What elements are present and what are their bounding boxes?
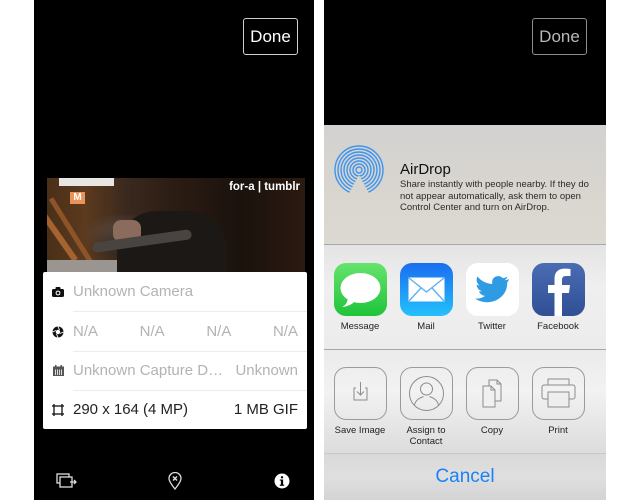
airdrop-section[interactable]: AirDrop Share instantly with people near… (324, 125, 606, 245)
airdrop-description: Share instantly with people nearby. If t… (400, 179, 589, 213)
share-app-label: Message (340, 321, 380, 332)
assign-to-contact-button[interactable]: Assign to Contact (399, 367, 453, 447)
crop-icon (43, 403, 73, 416)
image-dimensions: 290 x 164 (4 MP) (73, 401, 189, 418)
share-mail-button[interactable]: Mail (399, 263, 453, 332)
action-label: Copy (480, 425, 504, 436)
share-app-label: Facebook (537, 321, 579, 332)
done-button[interactable]: Done (243, 18, 298, 55)
action-label: Print (548, 425, 568, 436)
share-twitter-button[interactable]: Twitter (465, 263, 519, 332)
info-icon[interactable] (271, 471, 293, 491)
share-app-label: Mail (417, 321, 435, 332)
action-label: Assign to Contact (406, 425, 446, 447)
share-sheet: AirDrop Share instantly with people near… (324, 125, 606, 500)
share-sheet-screen: Done AirDrop Share instantly with people… (324, 0, 606, 500)
camera-row: Unknown Camera (43, 272, 307, 311)
share-facebook-button[interactable]: Facebook (531, 263, 585, 332)
share-export-icon[interactable] (56, 471, 78, 491)
share-actions-row: Save Image Assign to Contact Copy Print (324, 350, 606, 453)
copy-icon (465, 367, 519, 420)
airdrop-title: AirDrop (400, 161, 451, 178)
aperture-icon (43, 325, 73, 338)
print-icon (531, 367, 585, 420)
capture-time: Unknown (235, 362, 298, 379)
file-size-format: 1 MB GIF (233, 401, 298, 418)
share-message-button[interactable]: Message (333, 263, 387, 332)
camera-model: Unknown Camera (73, 283, 194, 300)
gif-wall (59, 178, 114, 186)
copy-button[interactable]: Copy (465, 367, 519, 436)
photo-info-screen: Done M for-a | tumblr Unknown Camera N/A… (34, 0, 314, 500)
save-image-button[interactable]: Save Image (333, 367, 387, 436)
contact-icon (399, 367, 453, 420)
iso-value: N/A (272, 323, 298, 340)
mail-icon (399, 263, 453, 316)
shutter-value: N/A (139, 323, 165, 340)
save-image-icon (333, 367, 387, 420)
airdrop-icon (334, 145, 384, 195)
done-button-dimmed: Done (532, 18, 587, 55)
gif-sign: M (70, 192, 85, 204)
exposure-row: N/A N/A N/A N/A (43, 312, 307, 351)
location-remove-icon[interactable] (164, 471, 186, 491)
gif-preview[interactable]: M for-a | tumblr (47, 178, 305, 274)
cancel-button[interactable]: Cancel (324, 453, 606, 500)
focal-length-value: N/A (206, 323, 232, 340)
facebook-icon (531, 263, 585, 316)
message-icon (333, 263, 387, 316)
capture-date: Unknown Capture D… (73, 362, 224, 379)
dimensions-row: 290 x 164 (4 MP) 1 MB GIF (43, 390, 307, 429)
camera-icon (43, 286, 73, 297)
share-apps-row: Message Mail Twitter Facebook (324, 245, 606, 350)
capture-date-row: Unknown Capture D… Unknown (43, 351, 307, 390)
share-app-label: Twitter (478, 321, 506, 332)
print-button[interactable]: Print (531, 367, 585, 436)
calendar-icon (43, 365, 73, 376)
exposure-values: N/A N/A N/A N/A (73, 323, 298, 340)
gif-watermark: for-a | tumblr (229, 181, 300, 193)
action-label: Save Image (334, 425, 386, 436)
twitter-icon (465, 263, 519, 316)
aperture-value: N/A (73, 323, 99, 340)
photo-info-card: Unknown Camera N/A N/A N/A N/A Unknown C… (43, 272, 307, 429)
